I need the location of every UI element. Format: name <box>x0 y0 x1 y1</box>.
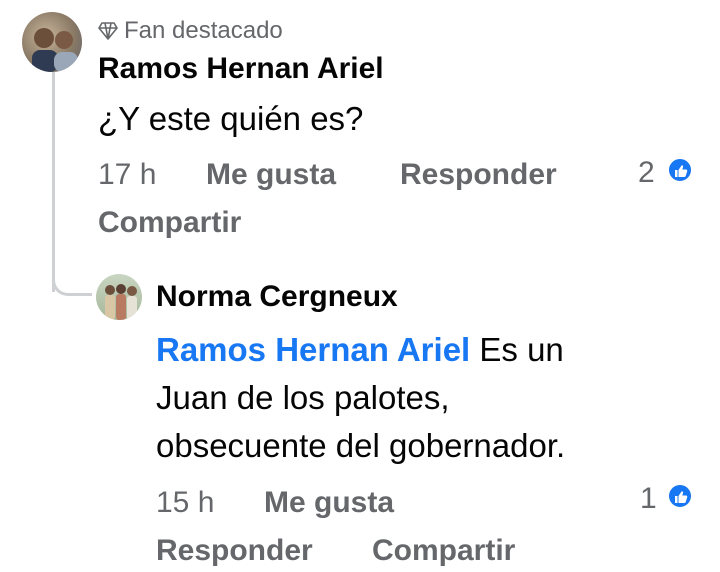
comment-author[interactable]: Ramos Hernan Ariel <box>98 52 384 86</box>
reaction-count[interactable]: 2 <box>638 156 655 190</box>
reply-avatar-photo <box>105 284 137 320</box>
mention-link[interactable]: Ramos Hernan Ariel <box>156 331 470 368</box>
diamond-icon <box>98 22 118 40</box>
reply-text: Ramos Hernan Ariel Es un Juan de los pal… <box>156 326 696 470</box>
reply-button[interactable]: Responder <box>400 158 557 192</box>
reply-timestamp[interactable]: 15 h <box>156 486 214 520</box>
badge-label: Fan destacado <box>124 17 283 44</box>
thumbs-up-glyph <box>675 165 688 177</box>
reply-reaction-count[interactable]: 1 <box>640 482 657 516</box>
avatar[interactable] <box>22 12 82 72</box>
share-button[interactable]: Compartir <box>98 206 241 240</box>
reply-text-line-3: obsecuente del gobernador. <box>156 427 566 464</box>
reply-author[interactable]: Norma Cergneux <box>156 280 398 314</box>
thread-curve <box>52 272 92 296</box>
comment-timestamp[interactable]: 17 h <box>98 158 156 192</box>
top-fan-badge: Fan destacado <box>98 16 283 46</box>
comment-text: ¿Y este quién es? <box>98 100 364 137</box>
reply-share-button[interactable]: Compartir <box>372 534 515 568</box>
reply-avatar[interactable] <box>96 274 142 320</box>
thumbs-up-icon[interactable] <box>666 156 694 184</box>
reply-like-button[interactable]: Me gusta <box>264 486 394 520</box>
reply-text-line-1: Ramos Hernan Ariel Es un <box>156 326 696 374</box>
avatar-photo <box>32 28 78 72</box>
like-button[interactable]: Me gusta <box>206 158 336 192</box>
reply-text-line-2: Juan de los palotes, <box>156 379 450 416</box>
thumbs-up-glyph <box>675 491 688 503</box>
reply-text-part: Es un <box>470 331 564 368</box>
reply-reply-button[interactable]: Responder <box>156 534 313 568</box>
thumbs-up-icon[interactable] <box>666 482 694 510</box>
thread-line <box>52 72 55 292</box>
